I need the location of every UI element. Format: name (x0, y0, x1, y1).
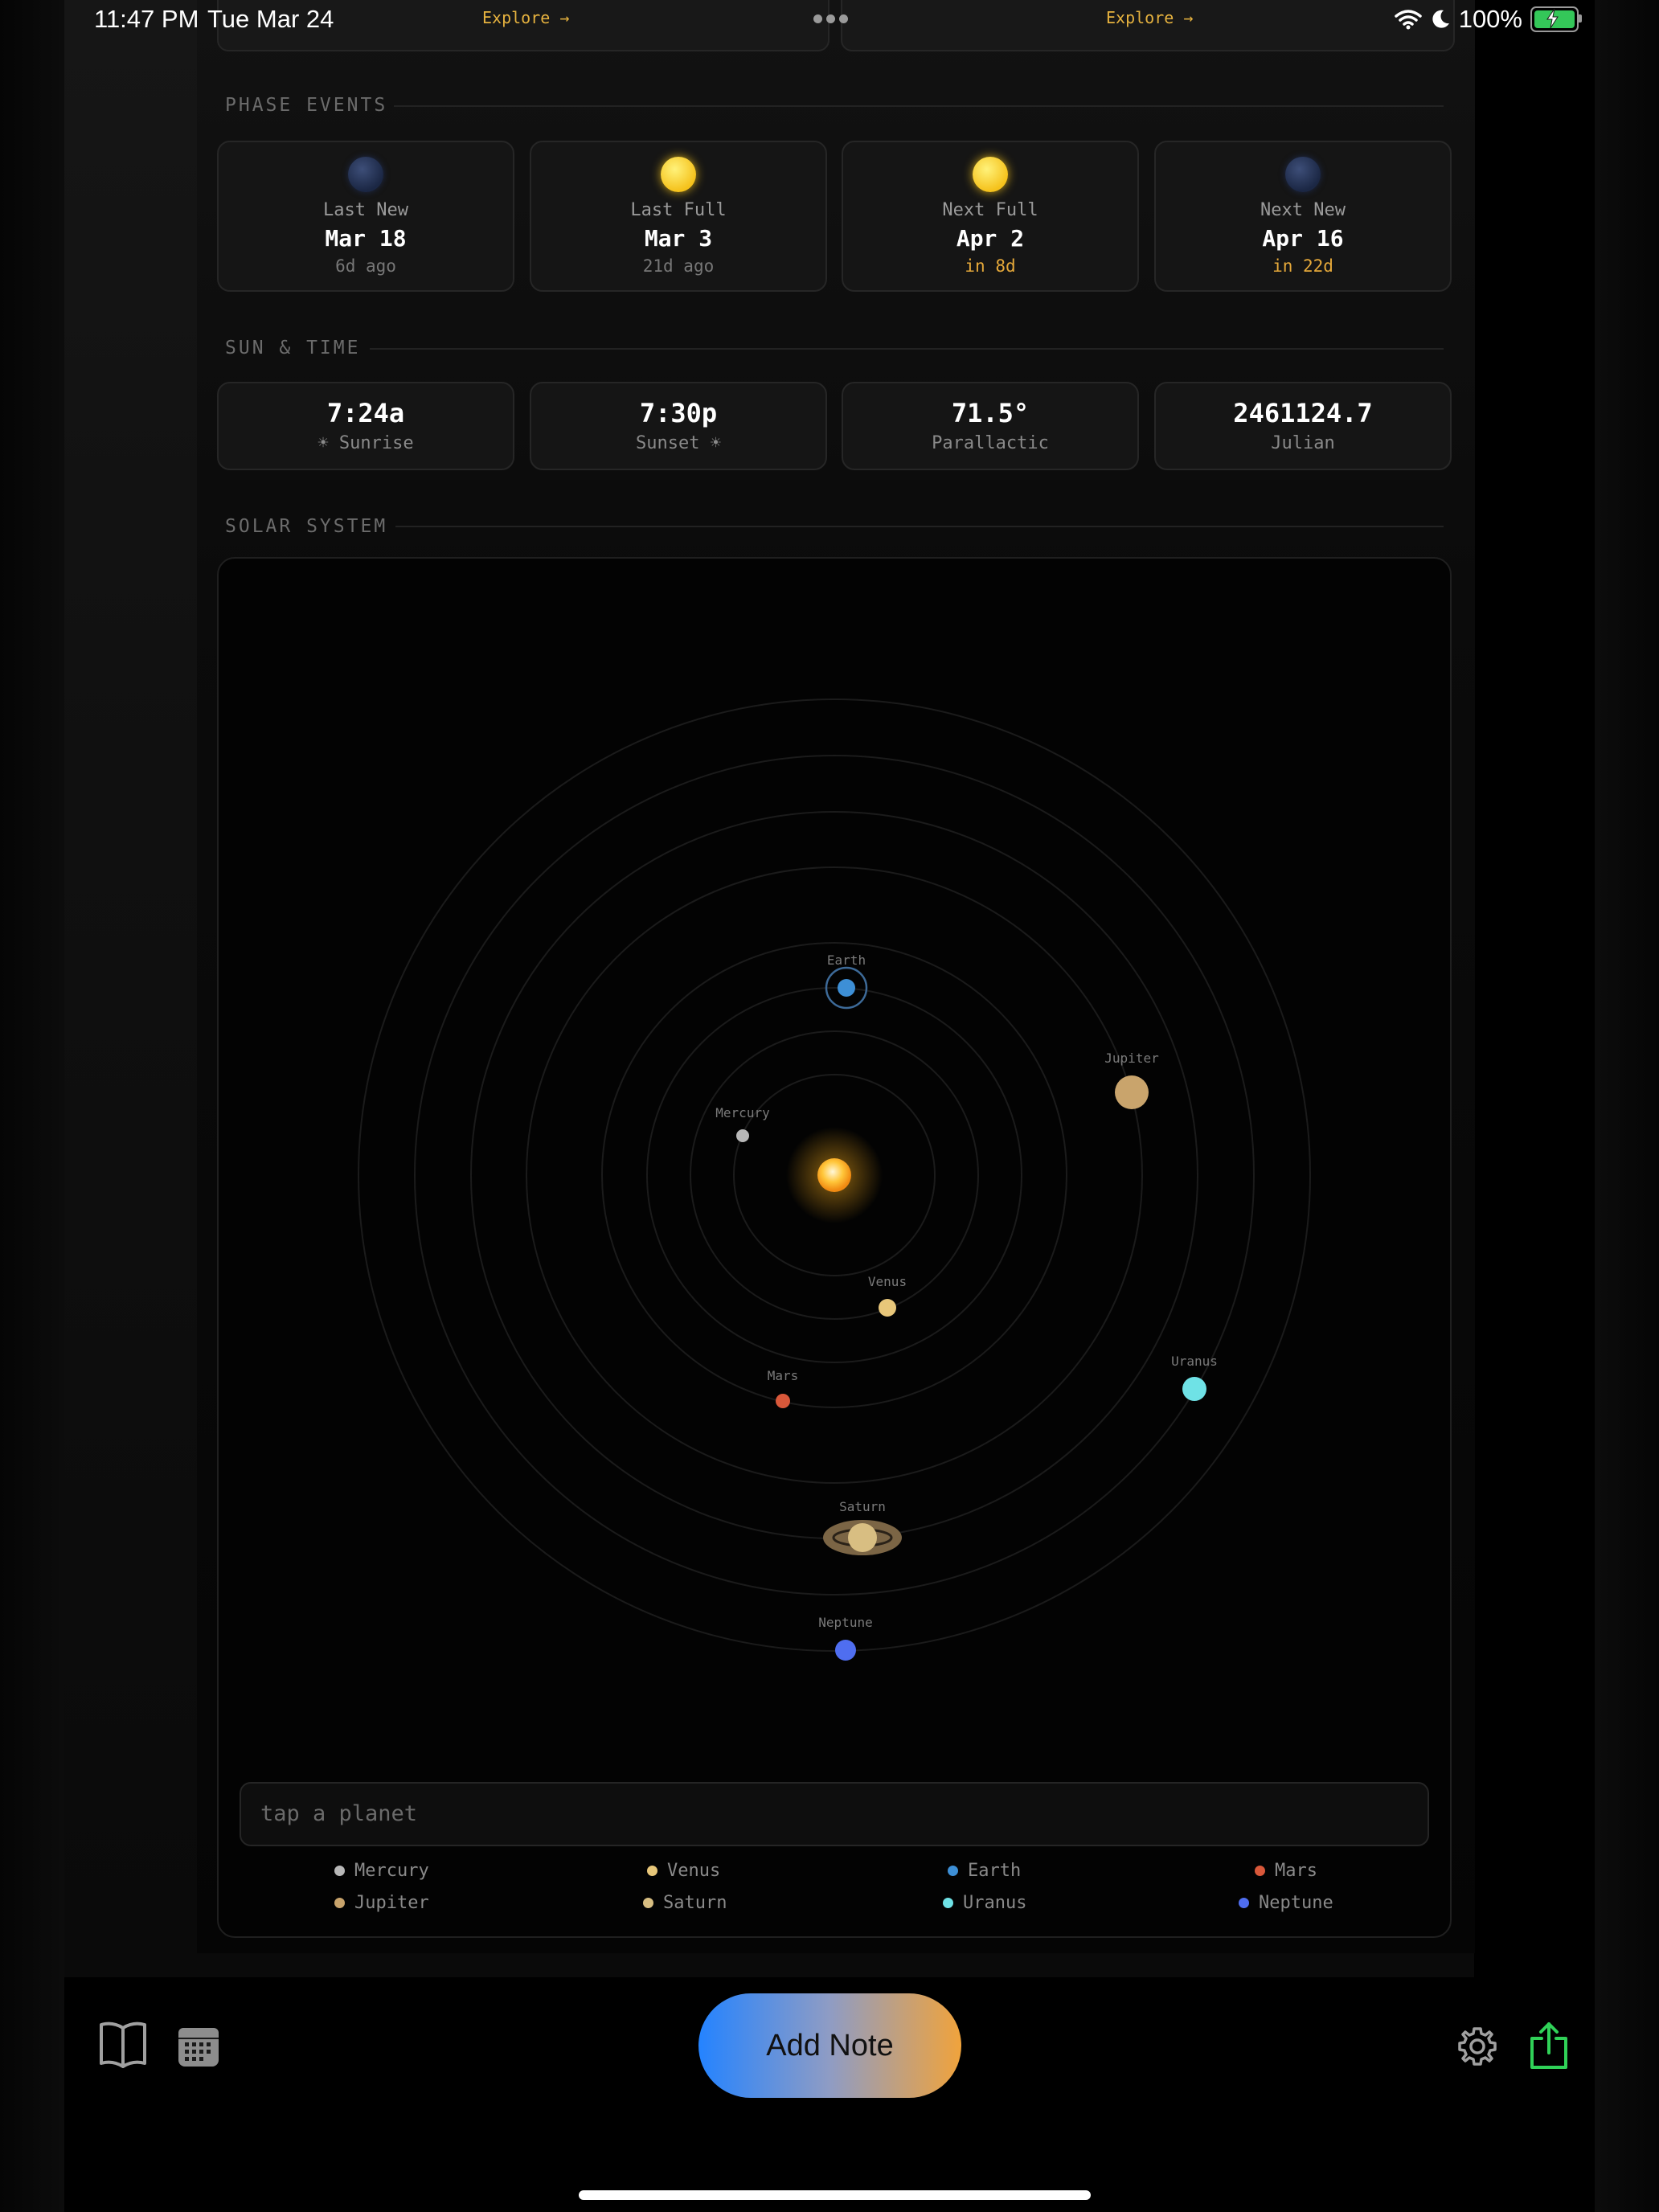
legend-label: Neptune (1259, 1893, 1333, 1913)
legend-label: Mars (1275, 1861, 1317, 1881)
calendar-icon[interactable] (177, 2025, 220, 2071)
sun-icon[interactable] (817, 1158, 851, 1192)
planet-label-earth: Earth (827, 952, 866, 968)
legend-dot (1239, 1898, 1249, 1908)
legend-label: Earth (968, 1861, 1022, 1881)
gear-icon[interactable] (1456, 2026, 1498, 2071)
legend-item-mars[interactable]: Mars (1255, 1861, 1317, 1881)
do-not-disturb-moon-icon (1430, 9, 1451, 30)
legend-label: Jupiter (354, 1893, 429, 1913)
legend-label: Mercury (354, 1861, 429, 1881)
status-date: Tue Mar 24 (207, 5, 334, 33)
planet-jupiter[interactable] (1115, 1075, 1149, 1109)
planet-label-mars: Mars (768, 1368, 799, 1383)
legend-label: Venus (667, 1861, 721, 1881)
legend-label: Saturn (663, 1893, 727, 1913)
legend-dot (1255, 1866, 1265, 1876)
add-note-button[interactable]: Add Note (698, 1993, 961, 2098)
legend-item-mercury[interactable]: Mercury (334, 1861, 429, 1881)
legend-dot (334, 1898, 345, 1908)
legend-item-saturn[interactable]: Saturn (643, 1893, 727, 1913)
planet-label-mercury: Mercury (715, 1105, 770, 1120)
legend-item-venus[interactable]: Venus (647, 1861, 720, 1881)
legend-dot (948, 1866, 958, 1876)
legend-dot (334, 1866, 345, 1876)
planet-label-uranus: Uranus (1171, 1354, 1218, 1369)
planet-mercury[interactable] (736, 1129, 749, 1142)
share-icon[interactable] (1527, 2021, 1571, 2074)
legend-item-neptune[interactable]: Neptune (1239, 1893, 1333, 1913)
planet-uranus[interactable] (1182, 1377, 1206, 1401)
status-right: 100% (1394, 5, 1582, 34)
battery-percent: 100% (1458, 5, 1522, 33)
status-time: 11:47 PM (94, 5, 199, 33)
legend-item-earth[interactable]: Earth (948, 1861, 1021, 1881)
legend-item-jupiter[interactable]: Jupiter (334, 1893, 429, 1913)
wifi-icon (1394, 9, 1422, 30)
planet-mars[interactable] (776, 1394, 790, 1408)
planet-label-neptune: Neptune (818, 1615, 872, 1630)
solar-system-diagram: Mercury Venus Earth Mars Jupiter Saturn … (358, 698, 1311, 1661)
planet-label-saturn: Saturn (839, 1499, 886, 1514)
multitasking-dots-icon[interactable] (813, 14, 848, 23)
legend-item-uranus[interactable]: Uranus (943, 1893, 1026, 1913)
book-icon[interactable] (98, 2020, 148, 2071)
planet-info-field[interactable]: tap a planet (240, 1782, 1429, 1846)
planet-neptune[interactable] (835, 1640, 856, 1661)
legend-dot (943, 1898, 953, 1908)
planet-label-jupiter: Jupiter (1104, 1051, 1159, 1066)
legend-dot (647, 1866, 657, 1876)
legend-dot (643, 1898, 653, 1908)
battery-charging-icon (1530, 6, 1582, 32)
home-indicator (579, 2190, 1091, 2200)
planet-label-venus: Venus (868, 1274, 907, 1289)
status-bar: 11:47 PM Tue Mar 24 100% (0, 0, 1659, 40)
legend-label: Uranus (963, 1893, 1027, 1913)
planet-earth[interactable] (838, 979, 855, 997)
planet-venus[interactable] (879, 1299, 896, 1317)
planet-saturn[interactable] (848, 1523, 877, 1552)
